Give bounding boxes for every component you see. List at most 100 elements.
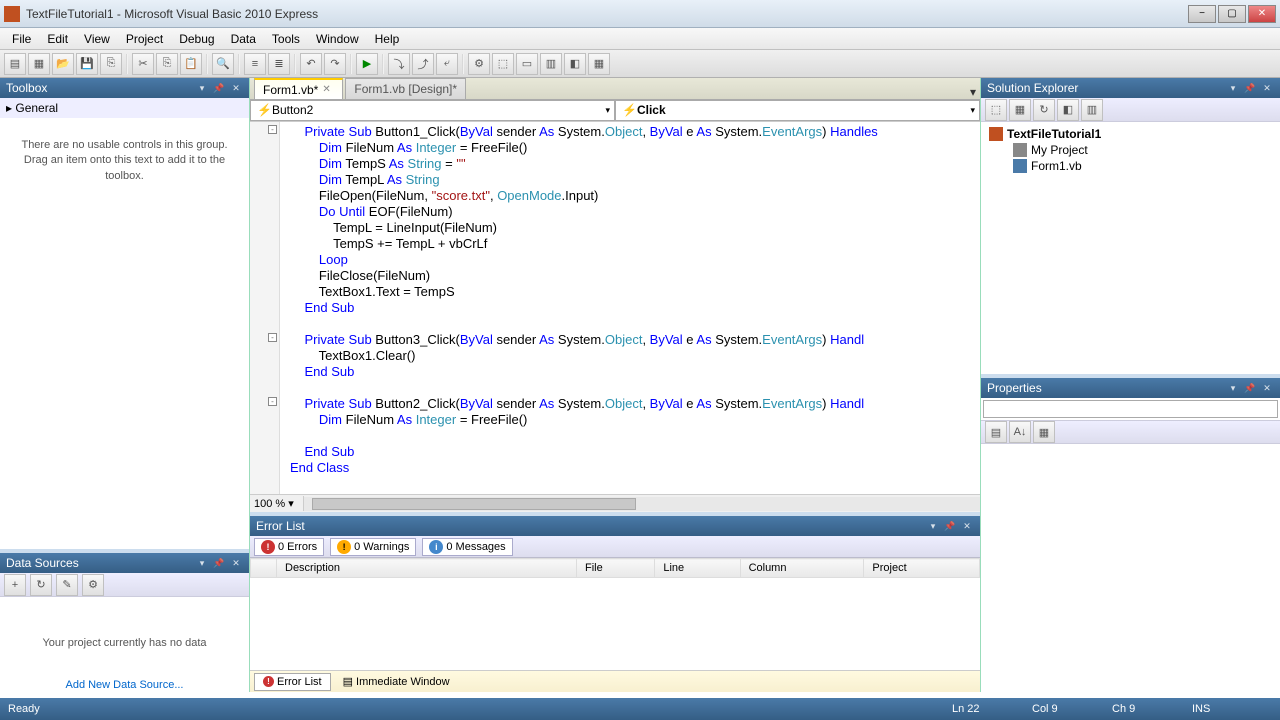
col-header[interactable]: File — [577, 559, 655, 578]
comment-button[interactable]: ≡ — [244, 53, 266, 75]
open-button[interactable]: 📂 — [52, 53, 74, 75]
errorlist-grid[interactable]: DescriptionFileLineColumnProject — [250, 558, 980, 670]
chevron-down-icon[interactable]: ▾ — [926, 519, 940, 533]
chevron-down-icon[interactable]: ▾ — [195, 81, 209, 95]
menu-window[interactable]: Window — [308, 30, 367, 48]
method-combo[interactable]: ⚡Click▾ — [615, 100, 980, 121]
errorlist-title: Error List — [256, 519, 305, 533]
warning-icon: ! — [337, 540, 351, 554]
toolbox-body: ▸ General There are no usable controls i… — [0, 98, 249, 553]
pin-icon[interactable]: 📌 — [212, 556, 226, 570]
outline-toggle[interactable]: - — [268, 333, 277, 342]
close-button[interactable]: ✕ — [1248, 5, 1276, 23]
outline-toggle[interactable]: - — [268, 125, 277, 134]
step-over-button[interactable]: ⤴ — [412, 53, 434, 75]
undo-button[interactable]: ↶ — [300, 53, 322, 75]
zoom-level[interactable]: 100 % ▾ — [250, 496, 304, 511]
chevron-down-icon[interactable]: ▾ — [970, 85, 976, 99]
outline-toggle[interactable]: - — [268, 397, 277, 406]
properties-button[interactable]: ▦ — [1033, 421, 1055, 443]
col-header[interactable]: Column — [740, 559, 864, 578]
new-project-button[interactable]: ▤ — [4, 53, 26, 75]
refresh-button[interactable]: ↻ — [30, 574, 52, 596]
errorlist-tab[interactable]: !Error List — [254, 673, 331, 691]
tree-item-myproject[interactable]: My Project — [985, 142, 1276, 158]
menu-view[interactable]: View — [76, 30, 118, 48]
minimize-button[interactable]: − — [1188, 5, 1216, 23]
warnings-filter[interactable]: !0 Warnings — [330, 538, 416, 556]
menu-tools[interactable]: Tools — [264, 30, 308, 48]
errors-filter[interactable]: !0 Errors — [254, 538, 324, 556]
menu-debug[interactable]: Debug — [171, 30, 222, 48]
close-icon[interactable]: ✕ — [229, 81, 243, 95]
settings-icon — [1013, 143, 1027, 157]
tab-close-icon[interactable]: ✕ — [322, 84, 334, 96]
step-into-button[interactable]: ⤵ — [388, 53, 410, 75]
class-combo[interactable]: ⚡Button2▾ — [250, 100, 615, 121]
properties-button[interactable]: ⬚ — [985, 99, 1007, 121]
properties-object-combo[interactable] — [983, 400, 1278, 418]
horizontal-scrollbar[interactable] — [304, 497, 980, 511]
properties-grid[interactable] — [981, 444, 1280, 692]
add-datasource-link[interactable]: Add New Data Source... — [0, 679, 249, 691]
pin-icon[interactable]: 📌 — [943, 519, 957, 533]
find-button[interactable]: 🔍 — [212, 53, 234, 75]
chevron-down-icon[interactable]: ▾ — [1226, 381, 1240, 395]
chevron-down-icon[interactable]: ▾ — [195, 556, 209, 570]
menu-file[interactable]: File — [4, 30, 39, 48]
add-item-button[interactable]: ▦ — [28, 53, 50, 75]
show-all-button[interactable]: ▦ — [1009, 99, 1031, 121]
edit-button[interactable]: ✎ — [56, 574, 78, 596]
chevron-down-icon[interactable]: ▾ — [1226, 81, 1240, 95]
tab-form1-design[interactable]: Form1.vb [Design]* — [345, 78, 466, 99]
col-header[interactable] — [251, 559, 277, 578]
code-gutter — [250, 122, 280, 494]
tool-button[interactable]: ▥ — [540, 53, 562, 75]
categorized-button[interactable]: ▤ — [985, 421, 1007, 443]
col-header[interactable]: Project — [864, 559, 980, 578]
add-datasource-button[interactable]: + — [4, 574, 26, 596]
alphabetical-button[interactable]: A↓ — [1009, 421, 1031, 443]
cut-button[interactable]: ✂ — [132, 53, 154, 75]
start-debug-button[interactable]: ▶ — [356, 53, 378, 75]
redo-button[interactable]: ↷ — [324, 53, 346, 75]
close-icon[interactable]: ✕ — [1260, 381, 1274, 395]
menu-project[interactable]: Project — [118, 30, 171, 48]
config-button[interactable]: ⚙ — [82, 574, 104, 596]
tool-button[interactable]: ⬚ — [492, 53, 514, 75]
menu-data[interactable]: Data — [223, 30, 264, 48]
tab-form1-vb[interactable]: Form1.vb* ✕ — [254, 78, 343, 99]
tool-button[interactable]: ⚙ — [468, 53, 490, 75]
window-title: TextFileTutorial1 - Microsoft Visual Bas… — [26, 7, 1188, 21]
toolbox-group-general[interactable]: ▸ General — [0, 98, 249, 118]
menu-help[interactable]: Help — [367, 30, 408, 48]
view-designer-button[interactable]: ▥ — [1081, 99, 1103, 121]
tool-button[interactable]: ◧ — [564, 53, 586, 75]
code-editor[interactable]: - - - Private Sub Button1_Click(ByVal se… — [250, 122, 980, 494]
step-out-button[interactable]: ⤶ — [436, 53, 458, 75]
tool-button[interactable]: ▦ — [588, 53, 610, 75]
paste-button[interactable]: 📋 — [180, 53, 202, 75]
view-code-button[interactable]: ◧ — [1057, 99, 1079, 121]
save-all-button[interactable]: ⎘ — [100, 53, 122, 75]
messages-filter[interactable]: i0 Messages — [422, 538, 512, 556]
menu-edit[interactable]: Edit — [39, 30, 76, 48]
pin-icon[interactable]: 📌 — [212, 81, 226, 95]
tool-button[interactable]: ▭ — [516, 53, 538, 75]
col-header[interactable]: Description — [277, 559, 577, 578]
tree-item-form1[interactable]: Form1.vb — [985, 158, 1276, 174]
solution-tree[interactable]: TextFileTutorial1 My Project Form1.vb — [981, 122, 1280, 178]
maximize-button[interactable]: ▢ — [1218, 5, 1246, 23]
project-node[interactable]: TextFileTutorial1 — [985, 126, 1276, 142]
col-header[interactable]: Line — [655, 559, 740, 578]
close-icon[interactable]: ✕ — [229, 556, 243, 570]
close-icon[interactable]: ✕ — [960, 519, 974, 533]
pin-icon[interactable]: 📌 — [1243, 81, 1257, 95]
immediate-window-tab[interactable]: ▤ Immediate Window — [335, 673, 458, 690]
refresh-button[interactable]: ↻ — [1033, 99, 1055, 121]
copy-button[interactable]: ⎘ — [156, 53, 178, 75]
pin-icon[interactable]: 📌 — [1243, 381, 1257, 395]
close-icon[interactable]: ✕ — [1260, 81, 1274, 95]
uncomment-button[interactable]: ≣ — [268, 53, 290, 75]
save-button[interactable]: 💾 — [76, 53, 98, 75]
